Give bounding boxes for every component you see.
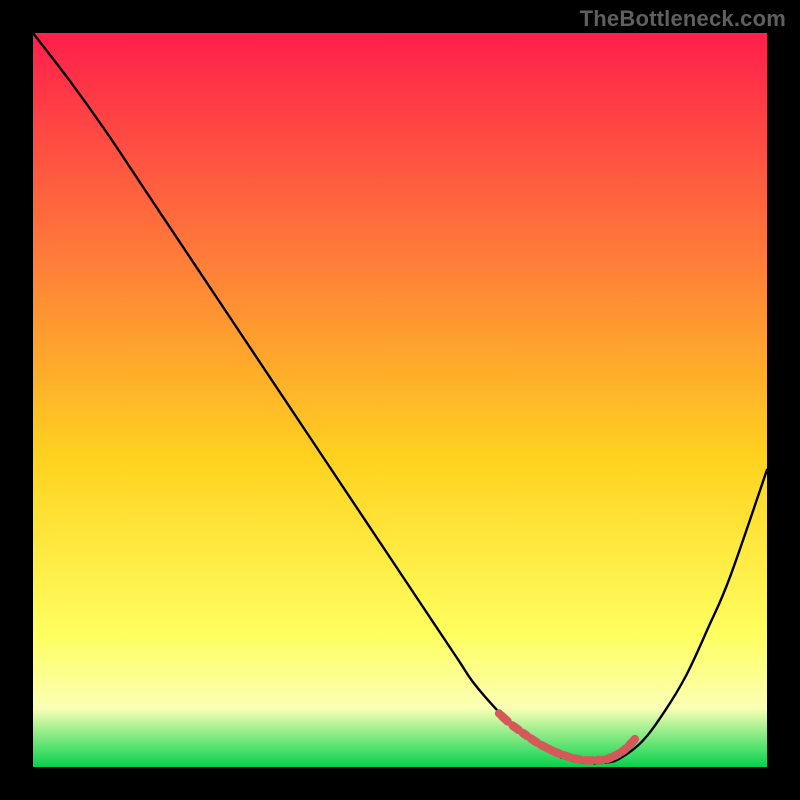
optimal-range-dash-seg	[615, 754, 619, 756]
optimal-range-dash-seg	[523, 733, 527, 736]
optimal-range-dash-seg	[556, 752, 560, 754]
bottleneck-chart	[0, 0, 800, 800]
optimal-range-dash-seg	[548, 749, 552, 751]
optimal-range-dash-seg	[513, 726, 519, 730]
chart-stage: TheBottleneck.com	[0, 0, 800, 800]
watermark-text: TheBottleneck.com	[580, 6, 786, 32]
optimal-range-dash-seg	[575, 759, 581, 760]
optimal-range-endcap	[631, 735, 639, 743]
optimal-range-dash-seg	[607, 757, 611, 759]
optimal-range-dash-seg	[541, 745, 545, 747]
optimal-range-endcap	[495, 709, 503, 717]
optimal-range-dash-seg	[564, 755, 570, 757]
optimal-range-dash-seg	[502, 716, 508, 722]
plot-background	[33, 33, 767, 767]
optimal-range-dash-seg	[531, 739, 537, 743]
optimal-range-dash-seg	[622, 749, 626, 752]
